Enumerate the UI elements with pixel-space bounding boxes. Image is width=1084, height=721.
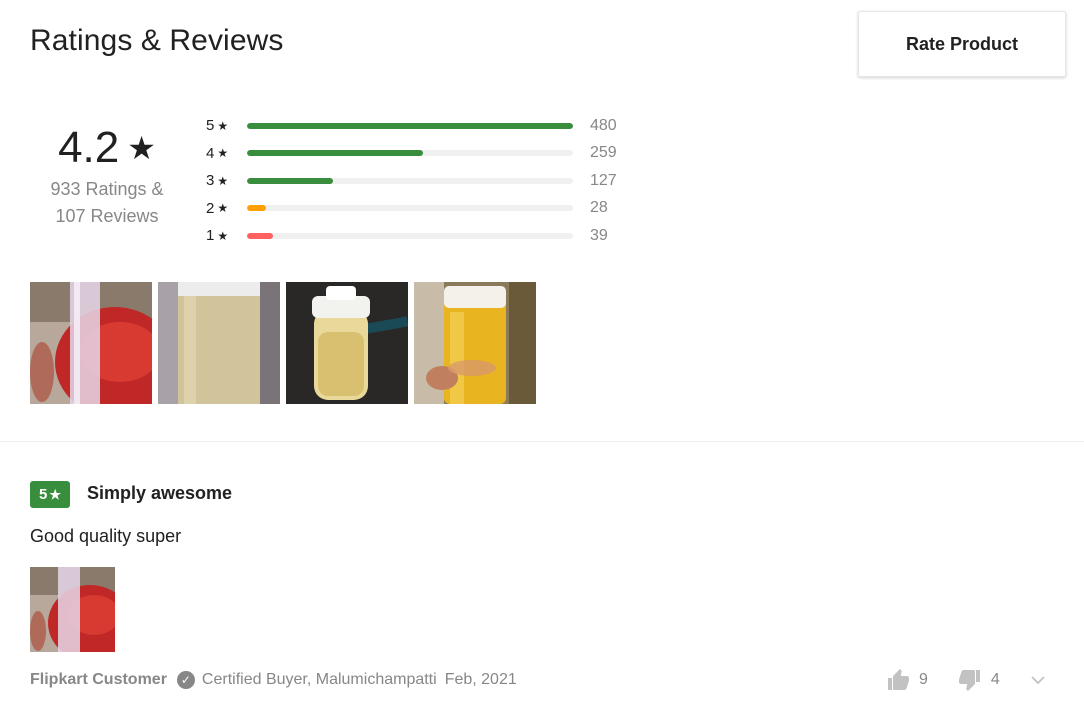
rating-bar-fill: [247, 122, 573, 129]
star-icon: ★: [217, 228, 229, 243]
thumbs-up-icon[interactable]: [886, 668, 910, 692]
review-rating-badge: 5 ★: [30, 481, 70, 508]
rating-bar-fill: [247, 177, 334, 184]
review-image-gallery: [30, 282, 536, 404]
review-rating-value: 5: [39, 486, 48, 503]
chevron-down-icon[interactable]: [1030, 672, 1046, 688]
review-photo-4[interactable]: [414, 282, 536, 404]
rating-row-label: 4 ★: [206, 145, 234, 162]
rating-row-stars: 1: [206, 227, 215, 245]
rating-row-label: 1 ★: [206, 227, 234, 244]
rating-row-count: 480: [590, 116, 617, 134]
star-icon: ★: [49, 486, 61, 502]
review-photo-1[interactable]: [30, 282, 152, 404]
star-icon: ★: [217, 173, 229, 188]
rating-row-count: 127: [590, 171, 617, 189]
rating-row-label: 3 ★: [206, 172, 234, 189]
rating-row-label: 5 ★: [206, 117, 234, 134]
review-author: Flipkart Customer: [30, 671, 167, 688]
rating-bar-track: [247, 122, 573, 129]
rating-row-stars: 3: [206, 172, 215, 190]
rating-row-label: 2 ★: [206, 200, 234, 217]
rating-bar-track: [247, 150, 573, 157]
certified-buyer-text: Certified Buyer, Malumichampatti: [201, 671, 437, 688]
review-text: Good quality super: [30, 526, 182, 546]
review-actions: 9 4: [886, 667, 1046, 693]
certified-check-icon: ✓: [176, 671, 195, 689]
thumbs-down-icon[interactable]: [958, 668, 982, 692]
review-title: Simply awesome: [87, 483, 233, 503]
review-photo-2[interactable]: [158, 282, 280, 404]
star-icon: ★: [217, 118, 229, 133]
rating-summary: 4.2 ★ 933 Ratings & 107 Reviews: [30, 120, 184, 230]
rating-row-4: 4 ★ 259: [206, 140, 617, 168]
rating-row-stars: 2: [206, 199, 215, 217]
likes-count: 9: [919, 671, 928, 688]
rating-row-stars: 4: [206, 144, 215, 162]
rating-row-count: 39: [590, 226, 608, 244]
rate-product-button[interactable]: Rate Product: [858, 11, 1066, 77]
review-attached-photo[interactable]: [30, 567, 115, 652]
rating-row-5: 5 ★ 480: [206, 112, 617, 140]
average-rating-value: 4.2: [58, 123, 120, 172]
rating-bar-track: [247, 177, 573, 184]
review-date: Feb, 2021: [444, 671, 517, 688]
rating-row-2: 2 ★ 28: [206, 195, 617, 223]
rating-bar-fill: [247, 232, 274, 239]
star-icon: ★: [217, 146, 229, 161]
rating-row-3: 3 ★ 127: [206, 167, 617, 195]
dislikes-count: 4: [990, 671, 1000, 688]
rating-breakdown: 5 ★ 480 4 ★ 259 3 ★ 127 2 ★ 28 1 ★ 39: [206, 112, 617, 250]
star-icon: ★: [217, 201, 229, 216]
rating-row-1: 1 ★ 39: [206, 222, 617, 250]
star-icon: ★: [127, 130, 156, 166]
rating-bar-track: [247, 205, 573, 212]
rating-row-count: 28: [590, 199, 608, 217]
reviews-count: 107 Reviews: [55, 206, 159, 226]
rating-bar-fill: [247, 150, 424, 157]
review-photo-3[interactable]: [286, 282, 408, 404]
ratings-count: 933 Ratings &: [50, 179, 164, 199]
section-divider: [0, 441, 1084, 442]
average-rating: 4.2 ★: [30, 120, 184, 176]
review-meta: Flipkart Customer ✓ Certified Buyer, Mal…: [30, 669, 517, 691]
rating-bar-fill: [247, 205, 266, 212]
rating-row-count: 259: [590, 144, 617, 162]
page-title: Ratings & Reviews: [30, 24, 284, 57]
rating-bar-track: [247, 232, 573, 239]
rating-row-stars: 5: [206, 117, 215, 135]
